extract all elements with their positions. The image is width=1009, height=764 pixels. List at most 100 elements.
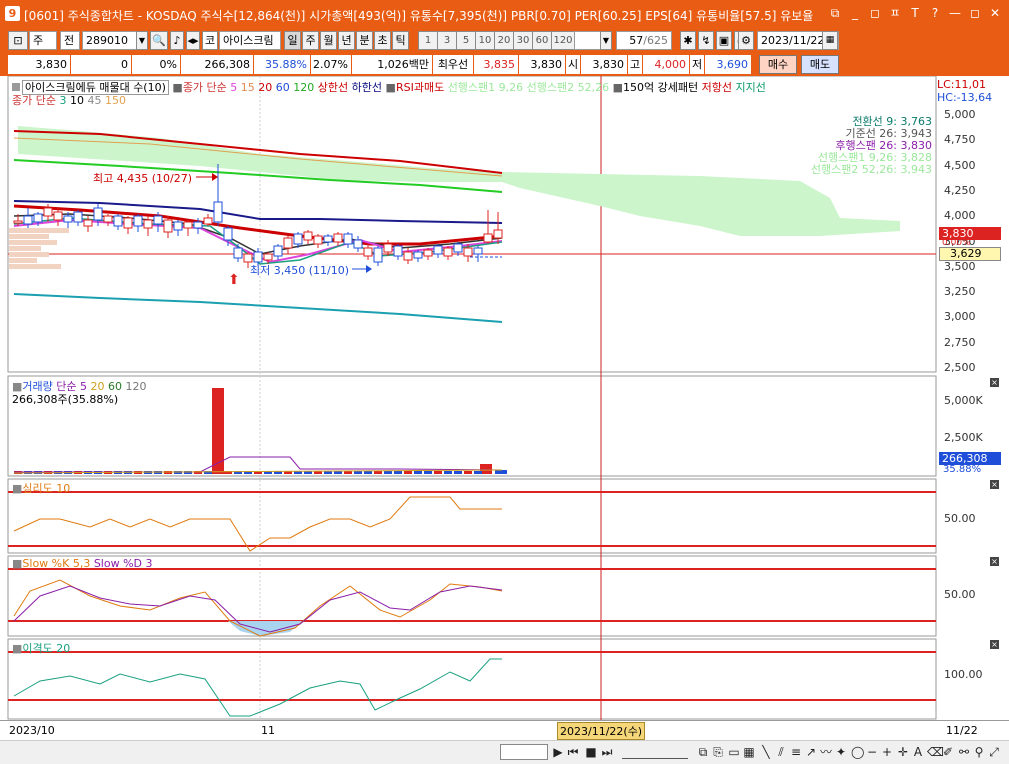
low-arrow-head — [366, 265, 372, 273]
quote-change: 0 — [71, 55, 131, 74]
pattern-tool-icon[interactable]: ✦ — [835, 744, 847, 760]
zoom-in-icon[interactable]: + — [881, 744, 893, 760]
stock-code-dropdown-icon[interactable]: ▼ — [136, 31, 148, 50]
market-flag[interactable]: 코 — [202, 31, 218, 50]
interval-button[interactable]: 30 — [513, 31, 533, 50]
period-button[interactable]: 초 — [374, 31, 391, 50]
period-button[interactable]: 일 — [284, 31, 301, 50]
pin-icon[interactable]: ㅍ — [887, 5, 903, 21]
period-type-select[interactable]: 주 — [29, 31, 57, 50]
magnet-icon[interactable]: ⚯ — [958, 744, 970, 760]
expand-icon[interactable]: ⤢ — [988, 744, 1000, 760]
prev-next-icon[interactable]: ◂▸ — [186, 31, 200, 50]
candle-body — [143, 219, 153, 229]
eraser-icon[interactable]: ✐ — [942, 744, 954, 760]
stop-icon[interactable]: ■ — [585, 744, 597, 760]
interval-button[interactable]: 20 — [494, 31, 514, 50]
link-tool-icon[interactable]: ⚲ — [973, 744, 985, 760]
layout-menu-icon[interactable]: ⊡ — [8, 31, 28, 50]
trendline-icon[interactable]: ╲ — [760, 744, 772, 760]
maximize-icon[interactable]: ◻ — [967, 5, 983, 21]
period-button[interactable]: 틱 — [392, 31, 409, 50]
interval-button[interactable]: 120 — [551, 31, 575, 50]
disparity-line — [13, 658, 502, 717]
zoom-slider[interactable] — [622, 745, 688, 759]
interval-button[interactable]: 1 — [418, 31, 438, 50]
tool-icon[interactable]: ✱ — [680, 31, 696, 50]
interval-dropdown-icon[interactable]: ▼ — [600, 31, 612, 50]
box-tool-icon[interactable]: ▭ — [728, 744, 740, 760]
navigation-bar: ▶ ⏮ ■ ⏭ ⧉ ⎘ ▭ ▦ ╲ ⫽ ≡ ↗ 〰 ✦ ◯ − + ✛ A ⌫ … — [0, 740, 1009, 764]
period-button[interactable]: 주 — [302, 31, 319, 50]
copy-icon[interactable]: ⎘ — [712, 744, 724, 760]
volume-pane-close-icon[interactable]: × — [990, 378, 999, 387]
sell-button[interactable]: 매도 — [801, 55, 839, 74]
calendar-icon[interactable]: ▦ — [822, 31, 838, 50]
period-button[interactable]: 분 — [356, 31, 373, 50]
crosshair-icon[interactable]: ✛ — [897, 744, 909, 760]
channel-icon[interactable]: ⫽ — [775, 744, 787, 760]
low-price: 3,690 — [705, 55, 751, 74]
legend-ma-periods: 5 15 20 60 120 — [230, 81, 318, 94]
scroll-track[interactable] — [500, 744, 548, 760]
delete-tool-icon[interactable]: ⌫ — [927, 744, 944, 760]
candle-body — [113, 215, 123, 227]
buy-button[interactable]: 매수 — [759, 55, 797, 74]
rewind-icon[interactable]: ⏮ — [567, 744, 579, 760]
best-quote-label: 최우선 — [433, 55, 473, 74]
interval-button[interactable]: 10 — [475, 31, 495, 50]
candle-body — [203, 217, 213, 225]
restore-icon[interactable]: ◻ — [867, 5, 883, 21]
font-icon[interactable]: T — [907, 5, 923, 21]
period-button[interactable]: 월 — [320, 31, 337, 50]
candle-body — [433, 245, 443, 255]
count-field[interactable]: 57/625 — [616, 31, 672, 50]
settings-icon[interactable]: ⚙ — [738, 31, 754, 50]
draw-tool-icon[interactable]: ⧉ — [697, 744, 709, 760]
sound-icon[interactable]: ♪ — [170, 31, 184, 50]
save-icon[interactable]: ▣ — [716, 31, 732, 50]
minimize-icon[interactable]: — — [947, 5, 963, 21]
ichimoku-values: 전환선 9: 3,763 기준선 26: 3,943 후행스팬 26: 3,830 선… — [808, 116, 932, 176]
candle-body — [133, 215, 143, 227]
fast-forward-icon[interactable]: ⏭ — [601, 744, 613, 760]
view-mode-select[interactable]: 전 — [60, 31, 80, 50]
legend-bullet-icon: ■ — [12, 482, 23, 495]
disparity-legend: ■이격도 20 — [12, 640, 70, 656]
candle-body — [243, 253, 253, 263]
interval-button[interactable]: 5 — [456, 31, 476, 50]
price-legend-row2: 종가 단순 3 10 45 150 — [12, 92, 126, 108]
disparity-y-label: 100.00 — [944, 668, 983, 681]
text-tool-icon[interactable]: A — [912, 744, 924, 760]
chart-area[interactable]: 아이스크림에듀 매물대 수(10) ■종가 단순 5 15 20 60 120 … — [0, 76, 1009, 740]
circle-tool-icon[interactable]: ◯ — [851, 744, 864, 760]
help-icon[interactable]: ? — [927, 5, 943, 21]
slow-pane-close-icon[interactable]: × — [990, 557, 999, 566]
disparity-pane-close-icon[interactable]: × — [990, 640, 999, 649]
interval-button[interactable]: 3 — [437, 31, 457, 50]
link-icon[interactable]: ⧉ — [827, 5, 843, 21]
indicator-icon[interactable]: ↯ — [698, 31, 714, 50]
psy-pane-close-icon[interactable]: × — [990, 480, 999, 489]
period-button[interactable]: 년 — [338, 31, 355, 50]
legend-bullet-icon: ■ — [172, 81, 183, 94]
candle-body — [363, 247, 373, 257]
legend-span1: 선행스팬1 9,26 — [447, 81, 524, 94]
scroll-right-icon[interactable]: ▶ — [552, 744, 564, 760]
candle-body — [273, 245, 283, 257]
fib-icon[interactable]: ≡ — [790, 744, 802, 760]
legend-ma-period: 5 — [230, 81, 241, 94]
search-icon[interactable]: 🔍 — [150, 31, 168, 50]
close-icon[interactable]: ✕ — [987, 5, 1003, 21]
legend-close-ma-2: 종가 단순 — [12, 94, 56, 107]
psy-legend: ■심리도 10 — [12, 480, 70, 496]
best-bid: 3,830 — [519, 55, 565, 74]
wave-tool-icon[interactable]: 〰 — [820, 744, 832, 760]
legend-pattern: 150억 강세패턴 — [623, 81, 699, 94]
grid-tool-icon[interactable]: ▦ — [743, 744, 755, 760]
arrow-tool-icon[interactable]: ↗ — [805, 744, 817, 760]
zoom-out-icon[interactable]: − — [866, 744, 878, 760]
interval-button[interactable]: 60 — [532, 31, 552, 50]
minimize-to-tray-icon[interactable]: _ — [847, 5, 863, 21]
candle-body — [13, 220, 23, 224]
